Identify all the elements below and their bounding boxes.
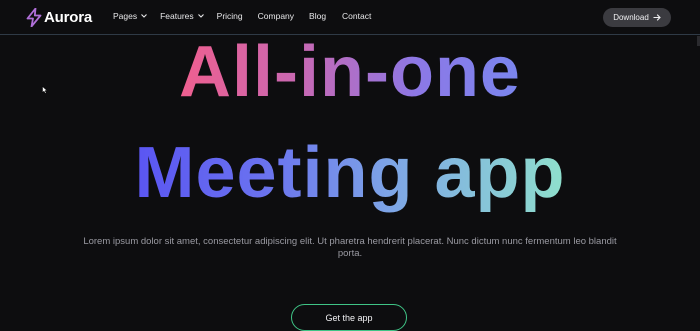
brand-name: Aurora <box>44 9 92 26</box>
nav-item-contact[interactable]: Contact <box>342 11 371 21</box>
brand-logo[interactable]: Aurora <box>26 8 92 27</box>
lightning-bolt-icon <box>26 8 42 27</box>
get-the-app-button[interactable]: Get the app <box>291 304 407 331</box>
main-menu: Pages Features Pricing Company Blog Cont… <box>113 11 371 21</box>
download-button[interactable]: Download <box>603 8 671 27</box>
top-navbar: Aurora Pages Features Pricing Company Bl… <box>0 0 700 35</box>
nav-item-pages[interactable]: Pages <box>113 11 147 21</box>
download-button-label: Download <box>613 13 649 22</box>
landing-page: Aurora Pages Features Pricing Company Bl… <box>0 0 700 331</box>
hero-heading-text-1: All-in-one <box>179 32 521 112</box>
hero-subtitle: Lorem ipsum dolor sit amet, consectetur … <box>83 236 617 259</box>
nav-item-pricing[interactable]: Pricing <box>217 11 243 21</box>
nav-item-company[interactable]: Company <box>258 11 294 21</box>
chevron-down-icon <box>141 14 147 18</box>
mouse-cursor-icon <box>42 86 48 94</box>
hero-heading-line-2: Meeting app <box>0 137 700 209</box>
nav-item-label: Company <box>257 11 295 21</box>
nav-item-label: Contact <box>342 11 372 21</box>
arrow-right-icon <box>653 14 661 21</box>
nav-item-label: Features <box>160 11 194 21</box>
nav-item-features[interactable]: Features <box>160 11 204 21</box>
nav-item-label: Blog <box>309 11 327 21</box>
nav-item-label: Pricing <box>216 11 243 21</box>
cta-label: Get the app <box>325 312 373 323</box>
hero-heading-line-1: All-in-one <box>0 36 700 108</box>
nav-item-label: Pages <box>113 11 138 21</box>
hero-heading-text-2: Meeting app <box>134 133 566 213</box>
chevron-down-icon <box>197 14 204 18</box>
nav-item-blog[interactable]: Blog <box>309 11 326 21</box>
